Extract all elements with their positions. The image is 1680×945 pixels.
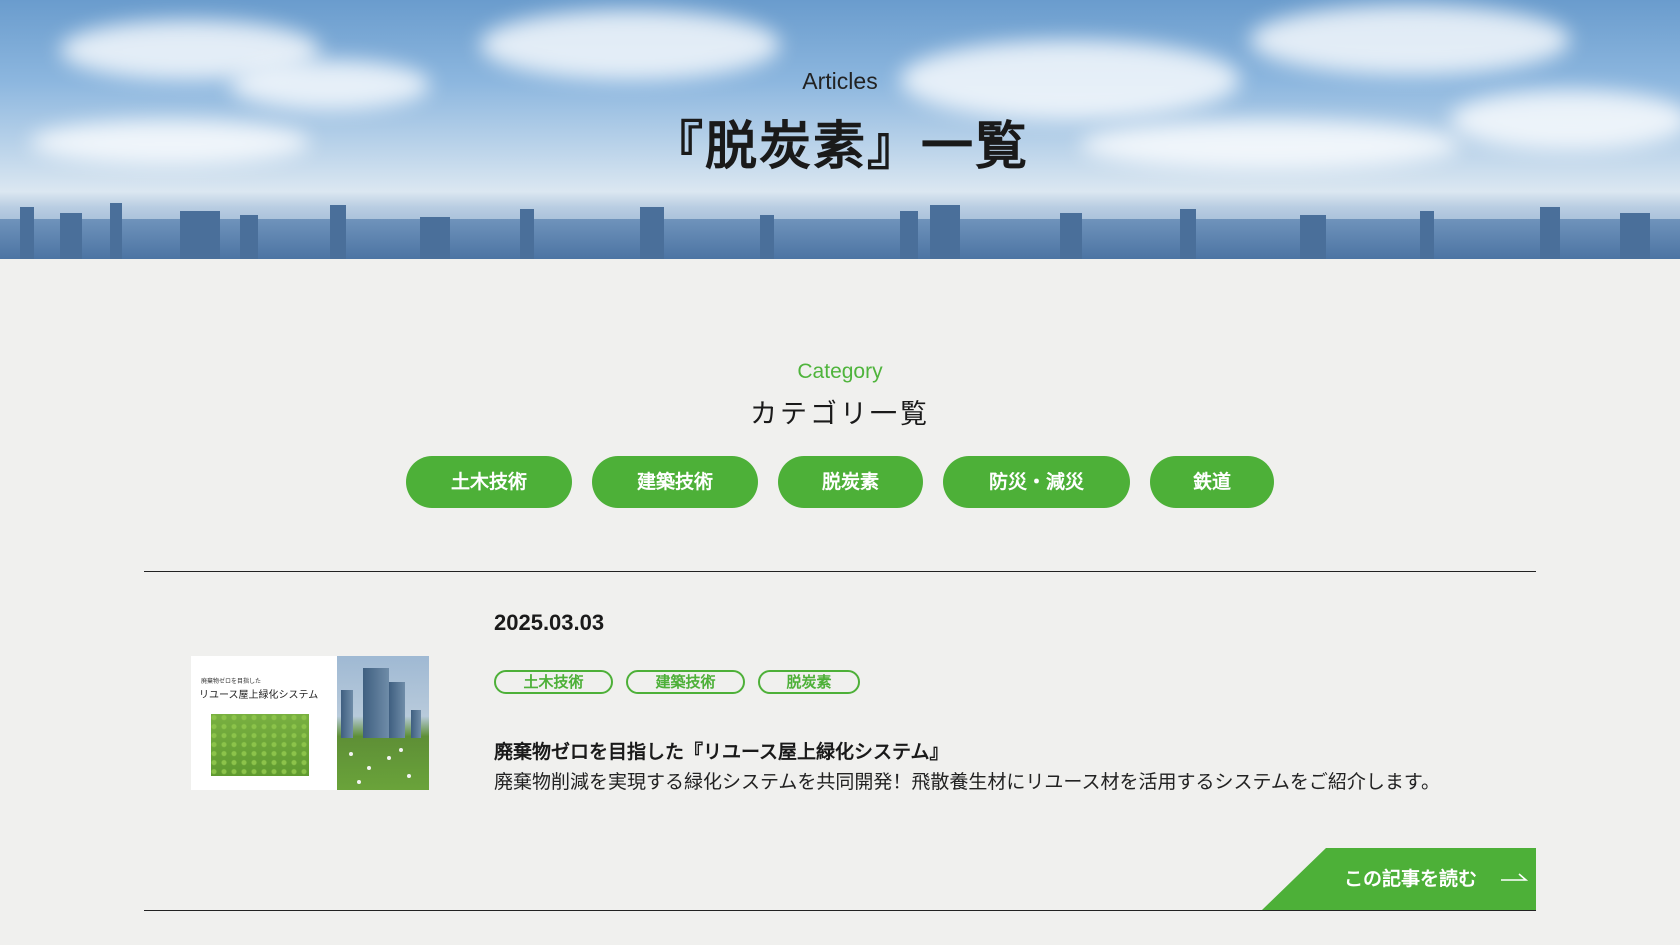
category-civil-engineering-button[interactable]: 土木技術 (406, 456, 572, 508)
flower (357, 780, 361, 784)
category-architecture-button[interactable]: 建築技術 (592, 456, 758, 508)
rooftop-photo (337, 656, 429, 790)
tag-decarbonization[interactable]: 脱炭素 (758, 670, 860, 694)
category-heading-en: Category (797, 360, 883, 383)
flower (387, 756, 391, 760)
article-date: 2025.03.03 (494, 610, 605, 635)
tag-civil-engineering[interactable]: 土木技術 (494, 670, 613, 694)
cloud (1250, 5, 1570, 75)
hero-banner: Articles 『脱炭素』一覧 (0, 0, 1680, 259)
divider (144, 571, 1536, 572)
city-skyline (0, 203, 1680, 259)
divider (144, 910, 1536, 911)
flower (367, 766, 371, 770)
category-disaster-prevention-button[interactable]: 防災・減災 (943, 456, 1130, 508)
category-railway-button[interactable]: 鉄道 (1150, 456, 1274, 508)
building (363, 668, 389, 738)
thumbnail-caption: リユース屋上緑化システム (199, 690, 319, 701)
read-article-label: この記事を読む (1344, 868, 1478, 890)
flower (399, 748, 403, 752)
flower (349, 752, 353, 756)
building (389, 682, 405, 738)
category-heading: カテゴリ一覧 (750, 399, 930, 430)
building (411, 710, 421, 738)
article-tag-list: 土木技術 建築技術 脱炭素 (494, 670, 860, 694)
category-decarbonization-button[interactable]: 脱炭素 (778, 456, 923, 508)
hero-subtitle: Articles (802, 68, 878, 94)
arrow-right-icon (1501, 873, 1528, 881)
article-thumbnail[interactable]: 廃棄物ゼロを目指した リユース屋上緑化システム (191, 656, 429, 790)
green-roof-image (211, 714, 309, 776)
page-title: 『脱炭素』一覧 (650, 117, 1029, 177)
thumbnail-caption-small: 廃棄物ゼロを目指した (201, 678, 262, 685)
building (341, 690, 353, 738)
tag-architecture[interactable]: 建築技術 (626, 670, 745, 694)
read-article-button[interactable]: この記事を読む (1262, 848, 1536, 910)
category-list: 土木技術 建築技術 脱炭素 防災・減災 鉄道 (0, 456, 1680, 508)
flower (407, 774, 411, 778)
article-title[interactable]: 廃棄物ゼロを目指した『リユース屋上緑化システム』 (494, 737, 948, 764)
article-description: 廃棄物削減を実現する緑化システムを共同開発！飛散養生材にリユース材を活用するシス… (494, 771, 1441, 793)
